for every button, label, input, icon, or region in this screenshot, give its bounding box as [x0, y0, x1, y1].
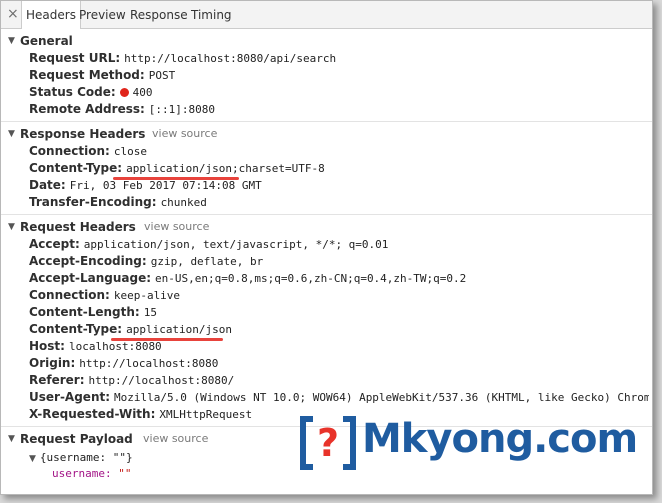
request-content-length: Content-Length: 15	[29, 304, 157, 321]
request-payload-title: Request Payload	[20, 432, 133, 446]
request-headers-title: Request Headers	[20, 220, 136, 234]
header-value: application/json;charset=UTF-8	[126, 162, 325, 175]
header-key: Remote Address:	[29, 102, 145, 116]
header-value: Mozilla/5.0 (Windows NT 10.0; WOW64) App…	[114, 391, 649, 404]
general-section-header[interactable]: ▼ General	[1, 32, 652, 50]
payload-property-key: username:	[52, 467, 112, 480]
header-key: Referer:	[29, 373, 85, 387]
request-connection: Connection: keep-alive	[29, 287, 180, 304]
general-request-method: Request Method: POST	[29, 67, 175, 84]
response-date: Date: Fri, 03 Feb 2017 07:14:08 GMT	[29, 177, 262, 194]
status-error-dot-icon	[119, 88, 129, 97]
header-key: Accept-Encoding:	[29, 254, 147, 268]
general-remote-address: Remote Address: [::1]:8080	[29, 101, 215, 118]
request-headers-section-header[interactable]: ▼ Request Headers view source	[1, 218, 652, 236]
header-key: Connection:	[29, 144, 110, 158]
header-value: 400	[132, 86, 153, 99]
mkyong-logo-text: Mkyong.com	[362, 416, 638, 462]
mkyong-logo-icon: ?	[299, 415, 357, 471]
header-value: application/json, text/javascript, */*; …	[83, 238, 389, 251]
header-value: chunked	[160, 196, 207, 209]
response-content-type: Content-Type: application/json;charset=UT…	[29, 160, 325, 177]
header-value: 15	[143, 306, 157, 319]
request-view-source-link[interactable]: view source	[144, 218, 209, 236]
tab-timing[interactable]: Timing	[187, 1, 236, 28]
expand-triangle-icon[interactable]: ▼	[29, 454, 36, 464]
response-headers-section-header[interactable]: ▼ Response Headers view source	[1, 125, 652, 143]
tab-preview[interactable]: Preview	[75, 1, 130, 28]
header-value: http://localhost:8080	[79, 357, 219, 370]
tab-bar: × Headers Preview Response Timing	[1, 1, 652, 29]
header-value: [::1]:8080	[148, 103, 216, 116]
header-value: keep-alive	[113, 289, 181, 302]
response-headers-title: Response Headers	[20, 127, 146, 141]
expand-triangle-icon[interactable]: ▼	[8, 128, 15, 140]
header-key: Accept-Language:	[29, 271, 152, 285]
payload-view-source-link[interactable]: view source	[143, 430, 208, 448]
request-accept: Accept: application/json, text/javascript…	[29, 236, 388, 253]
general-request-url: Request URL: http://localhost:8080/api/se…	[29, 50, 336, 67]
header-key: Content-Type:	[29, 322, 123, 336]
section-divider	[1, 121, 652, 122]
header-key: Connection:	[29, 288, 110, 302]
header-value: en-US,en;q=0.8,ms;q=0.6,zh-CN;q=0.4,zh-T…	[155, 272, 467, 285]
header-key: User-Agent:	[29, 390, 111, 404]
devtools-network-panel: × Headers Preview Response Timing ▼ Gene…	[0, 0, 653, 495]
header-key: Status Code:	[29, 85, 116, 99]
header-value: Fri, 03 Feb 2017 07:14:08 GMT	[69, 179, 262, 192]
header-key: Content-Type:	[29, 161, 123, 175]
header-key: X-Requested-With:	[29, 407, 156, 421]
header-value: close	[113, 145, 147, 158]
header-key: Host:	[29, 339, 65, 353]
payload-property-row: username: ""	[52, 466, 131, 482]
payload-property-value: ""	[118, 467, 132, 480]
request-user-agent: User-Agent: Mozilla/5.0 (Windows NT 10.0;…	[29, 389, 649, 406]
request-x-requested-with: X-Requested-With: XMLHttpRequest	[29, 406, 252, 423]
tab-headers[interactable]: Headers	[21, 1, 81, 29]
expand-triangle-icon[interactable]: ▼	[8, 433, 15, 445]
expand-triangle-icon[interactable]: ▼	[8, 35, 15, 47]
header-key: Content-Length:	[29, 305, 140, 319]
header-value: application/json	[126, 323, 233, 336]
expand-triangle-icon[interactable]: ▼	[8, 221, 15, 233]
general-title: General	[20, 34, 73, 48]
header-key: Origin:	[29, 356, 76, 370]
payload-object-row[interactable]: ▼ {username: ""}	[29, 450, 133, 467]
header-value: http://localhost:8080/api/search	[124, 52, 337, 65]
response-view-source-link[interactable]: view source	[152, 125, 217, 143]
request-referer: Referer: http://localhost:8080/	[29, 372, 234, 389]
header-key: Transfer-Encoding:	[29, 195, 157, 209]
general-status-code: Status Code: 400	[29, 84, 153, 101]
header-value: localhost:8080	[68, 340, 162, 353]
header-value: http://localhost:8080/	[88, 374, 235, 387]
close-icon[interactable]: ×	[7, 6, 19, 22]
request-accept-encoding: Accept-Encoding: gzip, deflate, br	[29, 253, 263, 270]
header-value: XMLHttpRequest	[159, 408, 253, 421]
header-key: Request Method:	[29, 68, 145, 82]
logo-mark: ?	[317, 421, 339, 465]
header-key: Accept:	[29, 237, 80, 251]
response-transfer-encoding: Transfer-Encoding: chunked	[29, 194, 207, 211]
response-connection: Connection: close	[29, 143, 147, 160]
tab-response[interactable]: Response	[126, 1, 192, 28]
header-value: POST	[148, 69, 176, 82]
section-divider	[1, 214, 652, 215]
header-key: Request URL:	[29, 51, 121, 65]
header-value: gzip, deflate, br	[150, 255, 264, 268]
request-host: Host: localhost:8080	[29, 338, 162, 355]
header-key: Date:	[29, 178, 66, 192]
request-accept-language: Accept-Language: en-US,en;q=0.8,ms;q=0.6,…	[29, 270, 466, 287]
request-content-type: Content-Type: application/json	[29, 321, 232, 338]
request-origin: Origin: http://localhost:8080	[29, 355, 218, 372]
payload-object-preview: {username: ""}	[39, 451, 133, 464]
